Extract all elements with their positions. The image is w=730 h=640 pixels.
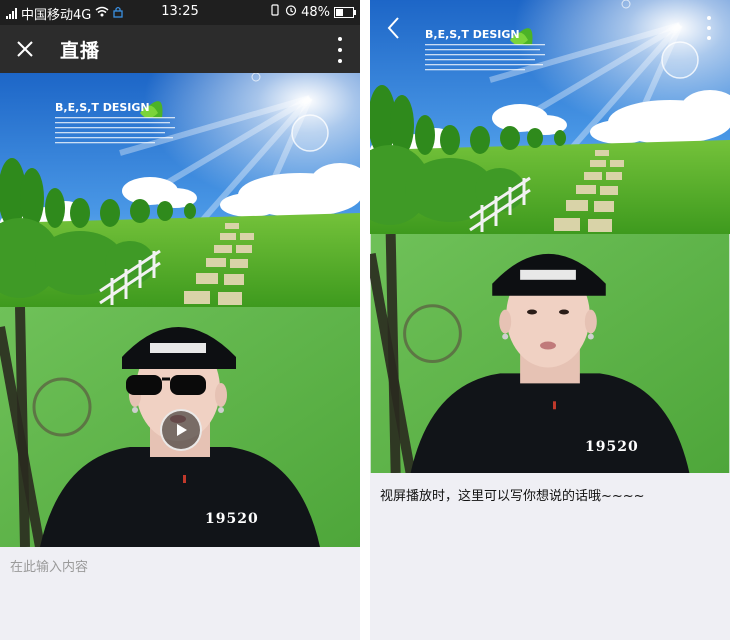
caption-area: 视屏播放时，这里可以写你想说的话哦~~~~ [370, 473, 730, 640]
vibrate-icon [269, 4, 281, 20]
input-area [0, 547, 360, 640]
content-input[interactable] [10, 557, 340, 577]
more-button[interactable] [704, 16, 714, 40]
more-vertical-icon [707, 16, 711, 20]
play-button[interactable] [160, 409, 202, 451]
caption-text: 视屏播放时，这里可以写你想说的话哦~~~~ [380, 489, 645, 504]
status-bar: 中国移动4G 13:25 48% [0, 0, 360, 25]
battery-percent: 48% [301, 4, 330, 20]
banner-image: B,E,S,T DESIGN [370, 0, 730, 234]
right-screen: B,E,S,T DESIGN 19520 视屏播放时，这里可以写你想说的话哦~~… [370, 0, 730, 640]
back-button[interactable] [382, 14, 406, 42]
banner-logo-text: B,E,S,T DESIGN [55, 101, 150, 114]
page-title: 直播 [60, 40, 101, 62]
more-vertical-icon [338, 37, 342, 41]
video-player[interactable]: 19520 [370, 234, 730, 473]
banner-image: B,E,S,T DESIGN [0, 73, 360, 307]
jersey-number: 19520 [585, 439, 639, 455]
video-player[interactable]: 19520 [0, 307, 360, 547]
alarm-icon [285, 4, 297, 20]
jersey-number: 19520 [205, 511, 259, 527]
title-bar: 直播 [0, 25, 360, 73]
status-right: 48% [269, 4, 356, 20]
close-button[interactable] [10, 34, 40, 64]
battery-icon [334, 6, 356, 18]
banner-logo-text: B,E,S,T DESIGN [425, 28, 520, 41]
play-icon [177, 424, 187, 436]
left-screen: 中国移动4G 13:25 48% 直播 B,E,S,T DESIGN 19520… [0, 0, 360, 640]
more-button[interactable] [334, 37, 346, 63]
back-chevron-icon [387, 17, 399, 39]
close-icon [17, 41, 33, 57]
